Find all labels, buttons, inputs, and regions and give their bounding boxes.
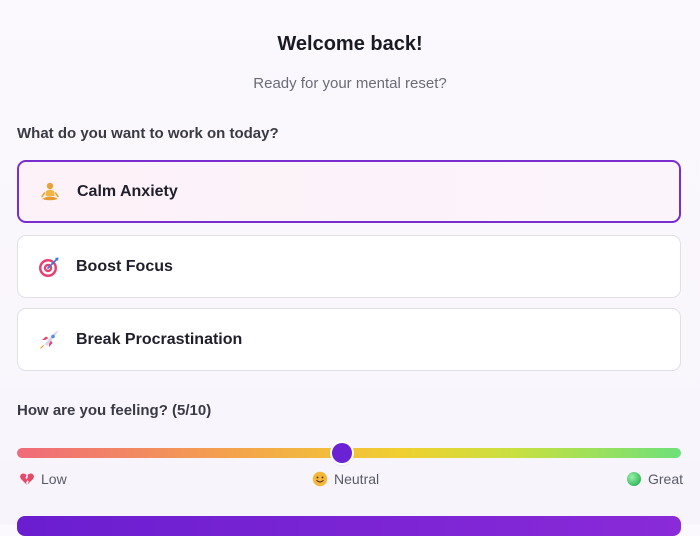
- mood-label: How are you feeling? (5/10): [17, 402, 212, 419]
- green-circle-icon: [626, 471, 642, 487]
- option-boost-focus[interactable]: Boost Focus: [17, 235, 681, 298]
- scale-low: Low: [19, 471, 67, 487]
- continue-button[interactable]: [17, 516, 681, 536]
- scale-neutral: Neutral: [312, 471, 379, 487]
- page-title: Welcome back!: [277, 33, 423, 55]
- neutral-face-icon: [312, 471, 328, 487]
- option-label: Calm Anxiety: [77, 182, 178, 200]
- mood-slider-thumb[interactable]: [332, 443, 352, 463]
- scale-neutral-label: Neutral: [334, 471, 380, 487]
- option-calm-anxiety[interactable]: Calm Anxiety: [17, 160, 681, 223]
- meditation-icon: [38, 180, 62, 204]
- rocket-icon: [37, 328, 61, 352]
- target-icon: [37, 255, 61, 279]
- scale-low-label: Low: [41, 471, 67, 487]
- scale-great: Great: [626, 471, 683, 487]
- focus-question: What do you want to work on today?: [17, 125, 279, 142]
- option-break-procrastination[interactable]: Break Procrastination: [17, 308, 681, 371]
- option-label: Boost Focus: [76, 257, 173, 275]
- page-subtitle: Ready for your mental reset?: [253, 75, 447, 92]
- option-label: Break Procrastination: [76, 330, 243, 348]
- scale-great-label: Great: [648, 471, 684, 487]
- broken-heart-icon: [19, 471, 35, 487]
